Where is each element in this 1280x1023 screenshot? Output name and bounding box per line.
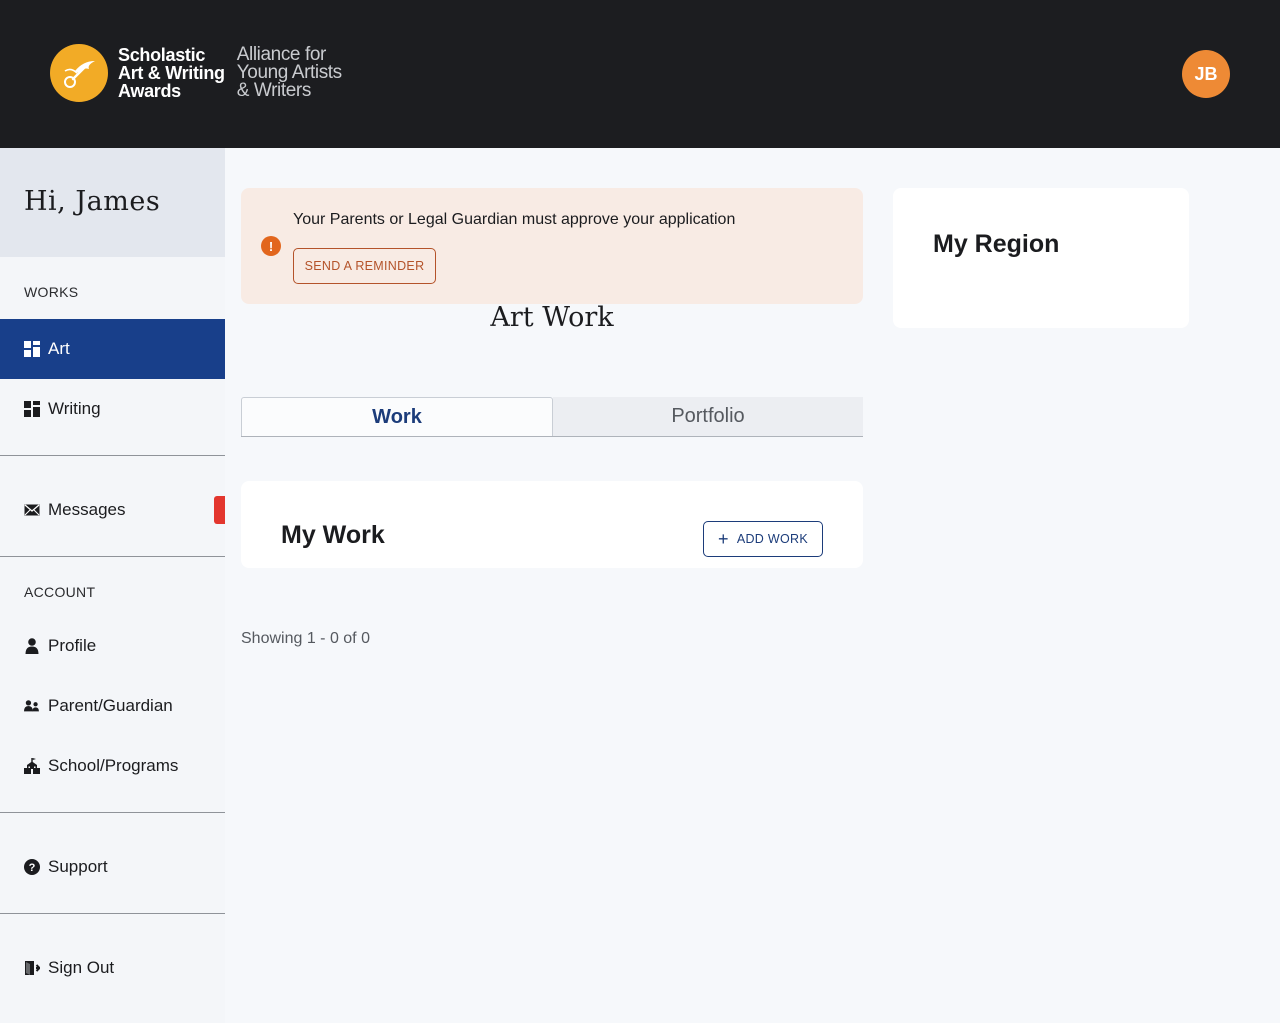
guardian-approval-alert: ! Your Parents or Legal Guardian must ap… — [241, 188, 863, 304]
sidebar-item-label: School/Programs — [48, 756, 179, 775]
sidebar-item-writing[interactable]: Writing — [0, 379, 225, 439]
tab-work[interactable]: Work — [241, 397, 553, 436]
sidebar-item-label: Support — [48, 857, 108, 876]
school-icon — [24, 758, 40, 774]
people-icon — [24, 698, 40, 714]
pagination-summary: Showing 1 - 0 of 0 — [241, 630, 370, 647]
sidebar-item-label: Parent/Guardian — [48, 696, 173, 715]
work-tabs: Work Portfolio — [241, 397, 863, 437]
sidebar-item-messages[interactable]: Messages — [0, 480, 225, 540]
sidebar-item-school-programs[interactable]: School/Programs — [0, 736, 225, 796]
pegasus-logo-icon — [50, 44, 108, 102]
account-section-label: ACCOUNT — [24, 584, 96, 600]
add-work-label: ADD WORK — [736, 532, 808, 546]
grid-icon — [24, 401, 40, 417]
sidebar-item-label: Sign Out — [48, 958, 115, 977]
alert-message: Your Parents or Legal Guardian must appr… — [293, 211, 736, 228]
send-reminder-button[interactable]: SEND A REMINDER — [293, 248, 436, 284]
sidebar: Hi, James WORKS Art Writing Messages ACC… — [0, 148, 225, 1023]
sidebar-item-sign-out[interactable]: Sign Out — [0, 938, 225, 998]
logo-line-2: Art & Writing — [118, 63, 225, 83]
grid-icon — [24, 341, 40, 357]
logo-alliance-text: Alliance for Young Artists & Writers — [236, 45, 342, 101]
top-header: Scholastic Art & Writing Awards Alliance… — [0, 0, 1280, 148]
exclamation-icon: ! — [261, 236, 281, 256]
plus-icon: + — [718, 529, 729, 549]
sidebar-item-label: Messages — [48, 500, 126, 519]
add-work-button[interactable]: + ADD WORK — [703, 521, 823, 557]
my-region-card: My Region — [893, 188, 1189, 328]
sidebar-item-profile[interactable]: Profile — [0, 616, 225, 676]
page-title: Art Work — [490, 302, 614, 333]
my-work-card: My Work + ADD WORK — [241, 481, 863, 568]
envelope-icon — [24, 502, 40, 518]
logo-wordmark: Scholastic Art & Writing Awards — [118, 46, 225, 100]
question-icon: ? — [24, 859, 40, 875]
my-region-title: My Region — [933, 230, 1060, 258]
logo-sub-line-3: & Writers — [236, 80, 312, 101]
sidebar-item-label: Profile — [48, 636, 97, 655]
sign-out-icon — [24, 960, 40, 976]
scholastic-logo[interactable]: Scholastic Art & Writing Awards Alliance… — [50, 44, 342, 102]
svg-text:?: ? — [29, 862, 36, 874]
sidebar-item-art[interactable]: Art — [0, 319, 225, 379]
tab-portfolio[interactable]: Portfolio — [553, 397, 863, 436]
sidebar-item-label: Writing — [48, 399, 101, 418]
sidebar-item-label: Art — [48, 339, 70, 358]
sidebar-item-support[interactable]: ? Support — [0, 837, 225, 897]
greeting-heading: Hi, James — [0, 148, 225, 257]
person-icon — [24, 638, 40, 654]
sidebar-item-parent-guardian[interactable]: Parent/Guardian — [0, 676, 225, 736]
works-section-label: WORKS — [24, 284, 79, 300]
user-avatar[interactable]: JB — [1182, 50, 1230, 98]
logo-line-1: Scholastic — [118, 45, 206, 65]
logo-line-3: Awards — [118, 81, 181, 101]
unread-badge — [214, 496, 225, 524]
my-work-title: My Work — [281, 521, 385, 549]
